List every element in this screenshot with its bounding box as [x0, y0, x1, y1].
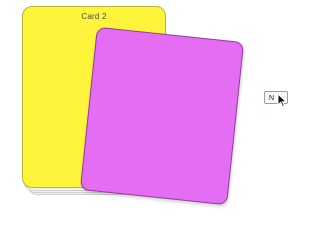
magenta-card[interactable] [79, 26, 245, 206]
yellow-card-title: Card 2 [81, 12, 107, 21]
card-stack-stage: Card 2 N [0, 0, 300, 214]
arrow-cursor-icon [277, 93, 287, 108]
